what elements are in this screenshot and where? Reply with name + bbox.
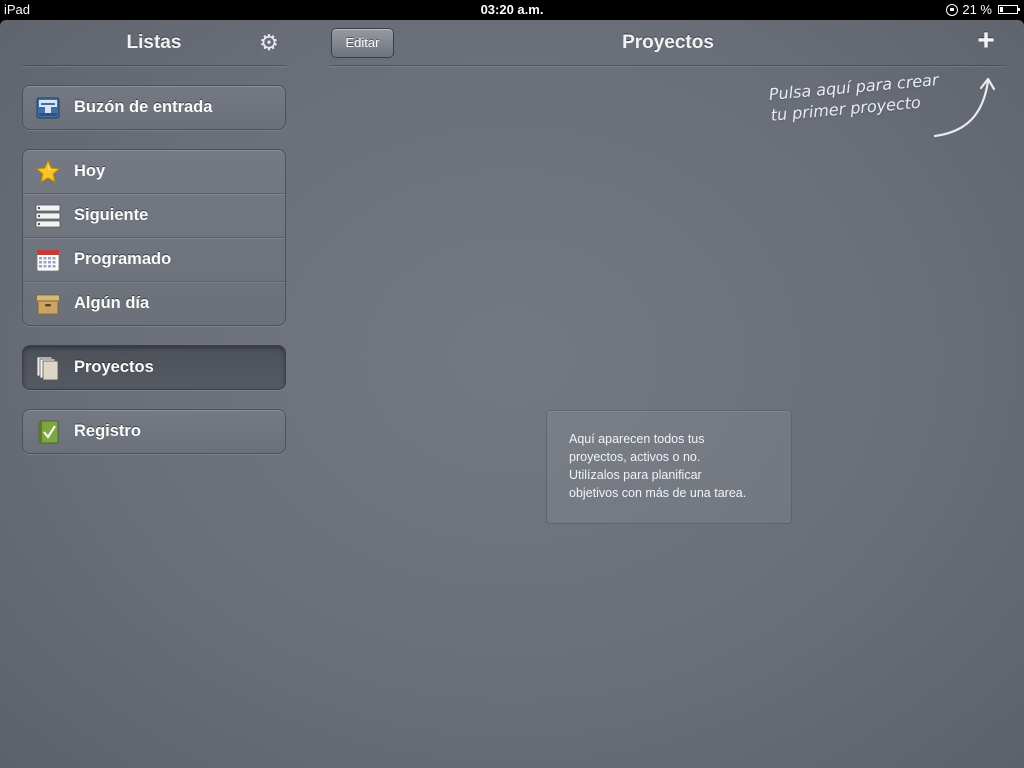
sidebar-item-label: Algún día <box>74 294 150 312</box>
info-line-2: proyectos, activos o no. <box>569 450 701 464</box>
status-bar: iPad 03:20 a.m. 21 % <box>0 0 1024 20</box>
empty-state-info: Aquí aparecen todos tus proyectos, activ… <box>546 410 792 524</box>
calendar-icon <box>36 249 60 272</box>
star-icon <box>35 159 61 184</box>
sidebar-item-label: Siguiente <box>74 206 149 224</box>
hint-arrow-icon <box>933 77 996 138</box>
sidebar-item-logbook[interactable]: Registro <box>23 410 285 453</box>
main-header: Editar Proyectos + <box>330 20 1006 66</box>
info-line-1: Aquí aparecen todos tus <box>569 432 705 446</box>
sidebar-group-projects: Proyectos <box>22 345 286 390</box>
info-line-3: Utilízalos para planificar <box>569 468 702 482</box>
battery-icon <box>998 5 1020 14</box>
battery-percent: 21 % <box>962 2 992 17</box>
box-icon <box>36 294 60 315</box>
sidebar-item-label: Buzón de entrada <box>74 98 213 116</box>
sidebar-item-scheduled[interactable]: Programado <box>23 237 285 281</box>
status-time: 03:20 a.m. <box>480 2 544 17</box>
logbook-icon <box>38 420 59 444</box>
status-right: 21 % <box>946 2 1020 17</box>
sidebar-item-label: Hoy <box>74 162 106 180</box>
sidebar-item-inbox[interactable]: Buzón de entrada <box>23 86 285 129</box>
sidebar-item-projects[interactable]: Proyectos <box>23 346 285 389</box>
battery-fill <box>1000 7 1003 12</box>
info-line-4: objetivos con más de una tarea. <box>569 486 747 500</box>
sidebar-group-inbox: Buzón de entrada <box>22 85 286 130</box>
gear-icon[interactable]: ⚙ <box>258 32 280 54</box>
sidebar-item-label: Programado <box>74 250 172 268</box>
rotation-lock-icon <box>946 3 959 16</box>
sidebar-group-logbook: Registro <box>22 409 286 454</box>
sidebar-item-next[interactable]: Siguiente <box>23 193 285 237</box>
sidebar-group-focus: Hoy Siguiente Programado Algún día <box>22 149 286 326</box>
projects-icon <box>36 356 59 381</box>
plus-icon[interactable]: + <box>972 26 1000 56</box>
inbox-icon <box>36 97 60 119</box>
sidebar-header: Listas ⚙ <box>22 20 286 66</box>
sidebar-item-label: Registro <box>74 422 141 440</box>
sidebar-title: Listas <box>126 32 182 53</box>
page-title: Proyectos <box>622 32 714 53</box>
sidebar-item-label: Proyectos <box>74 358 154 376</box>
sidebar-item-someday[interactable]: Algún día <box>23 281 285 325</box>
sidebar-item-today[interactable]: Hoy <box>23 150 285 193</box>
next-list-icon <box>35 204 61 228</box>
app-window: Listas ⚙ Buzón de entrada Hoy Siguiente … <box>0 20 1024 768</box>
